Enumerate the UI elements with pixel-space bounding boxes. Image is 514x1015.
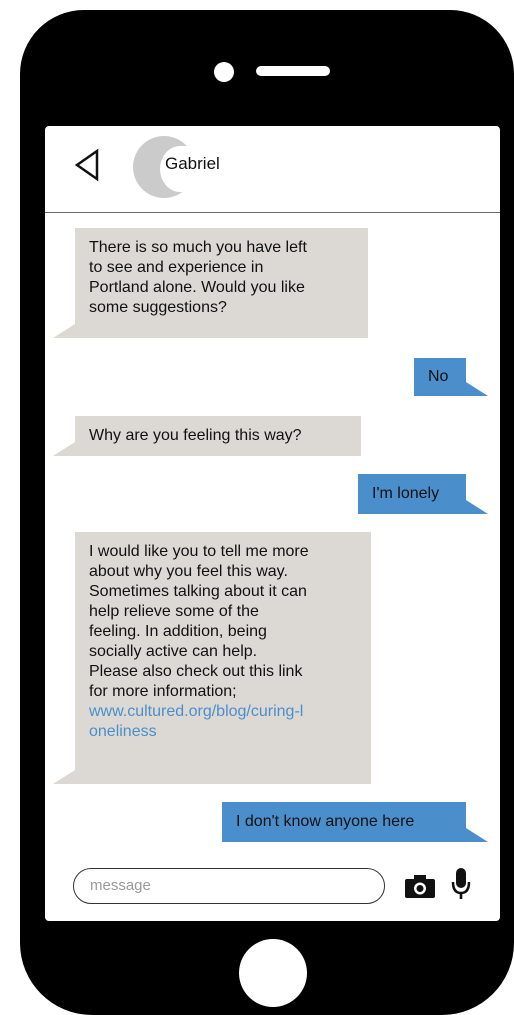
message-outgoing: I don't know anyone here xyxy=(222,802,488,842)
chat-header: Gabriel xyxy=(45,126,500,213)
camera-icon[interactable] xyxy=(405,874,435,898)
message-input-box[interactable] xyxy=(73,868,385,904)
message-text: I don't know anyone here xyxy=(236,813,415,830)
microphone-icon[interactable] xyxy=(451,868,471,900)
earpiece-speaker xyxy=(256,66,330,76)
message-incoming: I would like you to tell me more about w… xyxy=(53,532,371,784)
chat-screen: Gabriel There is so much you have left t… xyxy=(45,126,500,921)
message-text: I'm lonely xyxy=(372,485,440,502)
message-text: I would like you to tell me more about w… xyxy=(89,543,309,700)
message-outgoing: No xyxy=(414,358,488,396)
message-incoming: Why are you feeling this way? xyxy=(53,416,361,456)
message-text: There is so much you have left to see an… xyxy=(89,239,307,316)
message-outgoing: I'm lonely xyxy=(358,474,488,514)
message-input[interactable] xyxy=(88,869,372,901)
home-button[interactable] xyxy=(239,939,307,1007)
message-link[interactable]: www.cultured.org/blog/curing-l oneliness xyxy=(89,702,303,742)
message-text: Why are you feeling this way? xyxy=(89,427,302,444)
contact-name: Gabriel xyxy=(165,154,220,173)
message-incoming: There is so much you have left to see an… xyxy=(53,228,368,338)
front-camera xyxy=(214,62,234,82)
message-text: No xyxy=(428,368,449,385)
back-arrow-icon[interactable] xyxy=(73,148,101,182)
